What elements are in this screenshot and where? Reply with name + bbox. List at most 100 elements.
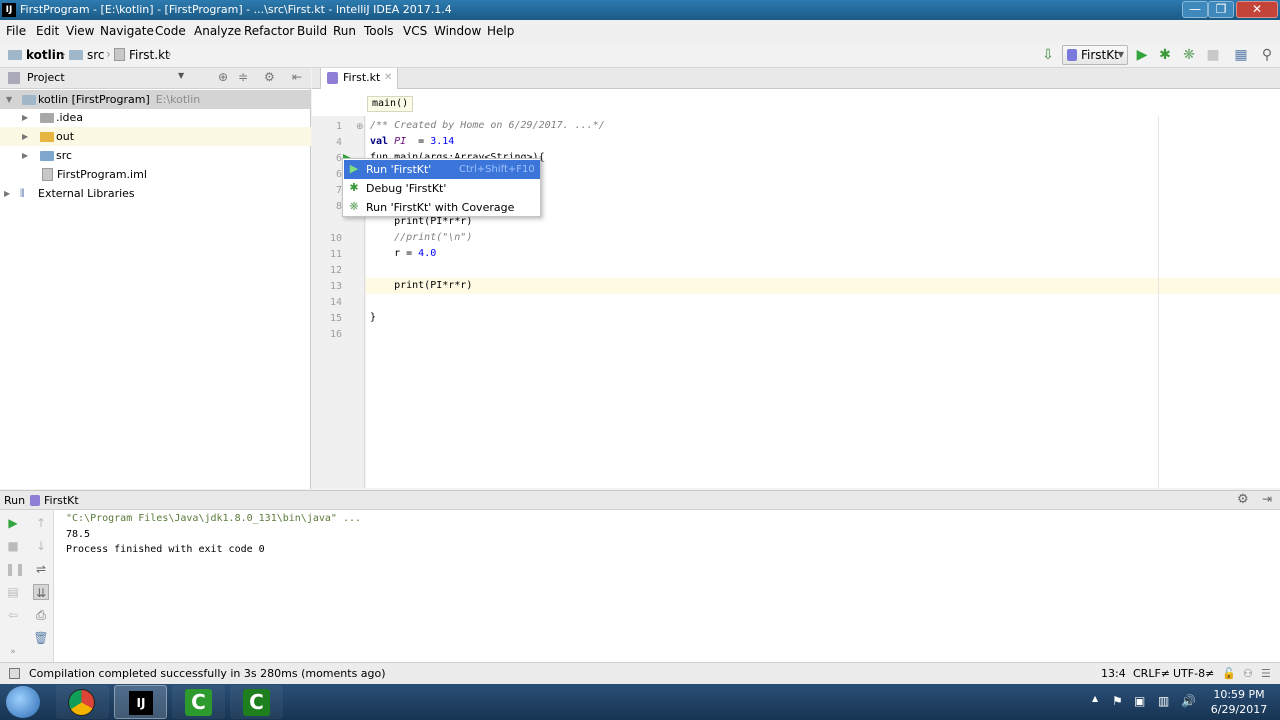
collapsed-arrow-icon[interactable]: ▶ bbox=[22, 127, 28, 146]
collapsed-arrow-icon[interactable]: ▶ bbox=[4, 184, 10, 203]
stop-icon[interactable]: ■ bbox=[5, 538, 21, 554]
menu-item-debug[interactable]: ✱ Debug 'FirstKt' bbox=[344, 179, 540, 198]
project-structure-icon[interactable]: ▦ bbox=[1233, 47, 1249, 63]
run-panel-header: Run FirstKt ⚙ ⇥ bbox=[0, 490, 1280, 510]
menu-item-run-coverage[interactable]: ❋ Run 'FirstKt' with Coverage bbox=[344, 198, 540, 217]
menu-analyze[interactable]: Analyze bbox=[194, 24, 241, 38]
inspector-icon[interactable]: ⚇ bbox=[1243, 663, 1253, 684]
windows-taskbar: IJ C C ▲ ⚑ ▣ ▥ 🔊 10:59 PM 6/29/2017 bbox=[0, 684, 1280, 720]
tree-item-idea[interactable]: ▶ .idea bbox=[0, 108, 311, 127]
event-log-icon[interactable]: ☰ bbox=[1261, 663, 1271, 684]
start-button[interactable] bbox=[6, 686, 40, 718]
tree-item-external-libraries[interactable]: ▶ ⫴ External Libraries bbox=[0, 184, 311, 203]
caret-position[interactable]: 13:4 bbox=[1101, 663, 1126, 684]
dump-threads-icon[interactable]: ▤ bbox=[5, 584, 21, 600]
chevron-down-icon[interactable]: ▼ bbox=[178, 71, 184, 80]
menu-tools[interactable]: Tools bbox=[364, 24, 394, 38]
show-hidden-icons[interactable]: ▲ bbox=[1092, 694, 1098, 703]
hide-panel-icon[interactable]: ⇤ bbox=[292, 70, 302, 84]
project-view-label[interactable]: Project bbox=[27, 71, 65, 84]
soft-wrap-icon[interactable]: ⇌ bbox=[33, 561, 49, 577]
line-number: 8 bbox=[335, 201, 342, 212]
search-icon[interactable]: ⚲ bbox=[1259, 47, 1275, 63]
up-arrow-icon[interactable]: ↑ bbox=[33, 515, 49, 531]
expanded-arrow-icon[interactable]: ▼ bbox=[6, 90, 12, 109]
tree-item-src[interactable]: ▶ src bbox=[0, 146, 311, 165]
close-tab-icon[interactable]: ✕ bbox=[384, 68, 392, 88]
collapsed-arrow-icon[interactable]: ▶ bbox=[22, 108, 28, 127]
scroll-to-end-icon[interactable]: ⇊ bbox=[33, 584, 49, 600]
pause-icon[interactable]: ❚❚ bbox=[5, 561, 25, 577]
taskbar-camtasia-1[interactable]: C bbox=[172, 685, 225, 719]
print-icon[interactable]: ⎙ bbox=[33, 607, 49, 623]
tool-windows-icon[interactable] bbox=[9, 668, 20, 679]
library-icon: ⫴ bbox=[20, 187, 25, 200]
stop-icon[interactable]: ■ bbox=[1205, 47, 1221, 63]
taskbar-intellij[interactable]: IJ bbox=[114, 685, 167, 719]
menu-item-label: Run 'FirstKt' bbox=[366, 163, 432, 176]
crumb-src[interactable]: src bbox=[69, 48, 105, 62]
menu-code[interactable]: Code bbox=[155, 24, 186, 38]
run-icon[interactable]: ▶ bbox=[1134, 47, 1150, 63]
hide-panel-icon[interactable]: ⇥ bbox=[1262, 492, 1272, 506]
menu-item-label: Run 'FirstKt' with Coverage bbox=[366, 201, 515, 214]
clear-all-icon[interactable]: 🗑 bbox=[33, 630, 49, 646]
tree-item-out[interactable]: ▶ out bbox=[0, 127, 311, 146]
minimize-button[interactable]: — bbox=[1182, 1, 1208, 18]
menu-view[interactable]: View bbox=[66, 24, 94, 38]
fold-icon[interactable]: ⊕ bbox=[356, 122, 364, 132]
volume-icon[interactable]: 🔊 bbox=[1181, 694, 1196, 708]
lock-icon[interactable]: 🔓 bbox=[1222, 663, 1236, 684]
menu-edit[interactable]: Edit bbox=[36, 24, 59, 38]
gear-icon[interactable]: ⚙ bbox=[1237, 492, 1249, 507]
menu-window[interactable]: Window bbox=[434, 24, 481, 38]
code-line-13: print(PI*r*r) bbox=[370, 280, 472, 291]
tree-item-iml[interactable]: FirstProgram.iml bbox=[0, 165, 311, 184]
crumb-file[interactable]: First.kt bbox=[114, 48, 170, 62]
crumb-project[interactable]: kotlin bbox=[8, 48, 64, 62]
menu-item-run[interactable]: ▶ Run 'FirstKt' Ctrl+Shift+F10 bbox=[344, 160, 540, 179]
system-clock[interactable]: 10:59 PM 6/29/2017 bbox=[1204, 687, 1274, 717]
flag-icon[interactable]: ⚑ bbox=[1112, 694, 1123, 708]
menu-build[interactable]: Build bbox=[297, 24, 327, 38]
collapse-all-icon[interactable]: ≑ bbox=[238, 70, 248, 84]
run-console[interactable]: "C:\Program Files\Java\jdk1.8.0_131\bin\… bbox=[54, 510, 1280, 662]
menu-refactor[interactable]: Refactor bbox=[244, 24, 294, 38]
tree-label: kotlin [FirstProgram] bbox=[38, 93, 150, 106]
tab-first-kt[interactable]: First.kt ✕ bbox=[320, 68, 398, 89]
menu-help[interactable]: Help bbox=[487, 24, 514, 38]
debug-icon[interactable]: ✱ bbox=[1157, 47, 1173, 63]
device-icon[interactable]: ▣ bbox=[1134, 694, 1145, 708]
menu-navigate[interactable]: Navigate bbox=[100, 24, 154, 38]
collapsed-arrow-icon[interactable]: ▶ bbox=[22, 146, 28, 165]
down-arrow-icon[interactable]: ↓ bbox=[33, 538, 49, 554]
gear-icon[interactable]: ⚙ bbox=[264, 70, 275, 84]
crumb-separator: › bbox=[61, 47, 66, 61]
tree-item-kotlin[interactable]: ▼ kotlin [FirstProgram] E:\kotlin bbox=[0, 90, 311, 109]
folder-icon bbox=[40, 113, 54, 123]
build-icon[interactable]: ⇩ bbox=[1040, 47, 1056, 63]
network-icon[interactable]: ▥ bbox=[1158, 694, 1169, 708]
intellij-icon: IJ bbox=[129, 691, 153, 715]
breadcrumb-main-function[interactable]: main() bbox=[367, 96, 414, 112]
run-config-dropdown[interactable]: FirstKt ▼ bbox=[1062, 45, 1128, 65]
run-config-tab[interactable]: FirstKt bbox=[44, 494, 79, 507]
maximize-button[interactable]: ❐ bbox=[1208, 1, 1234, 18]
menu-file[interactable]: File bbox=[6, 24, 26, 38]
menu-run[interactable]: Run bbox=[333, 24, 356, 38]
coverage-icon[interactable]: ❋ bbox=[1181, 47, 1197, 63]
rerun-icon[interactable]: ▶ bbox=[5, 515, 21, 531]
file-encoding[interactable]: UTF-8≠ bbox=[1173, 663, 1214, 684]
line-separator[interactable]: CRLF≠ bbox=[1133, 663, 1170, 684]
line-number: 6 bbox=[335, 169, 342, 180]
close-button[interactable]: ✕ bbox=[1236, 1, 1278, 18]
taskbar-chrome[interactable] bbox=[56, 685, 109, 719]
sync-icon[interactable]: ⊕ bbox=[218, 70, 228, 84]
menu-vcs[interactable]: VCS bbox=[403, 24, 427, 38]
taskbar-camtasia-2[interactable]: C bbox=[230, 685, 283, 719]
crumb-separator: › bbox=[106, 47, 111, 61]
more-icon[interactable]: » bbox=[5, 644, 21, 660]
run-panel-title[interactable]: Run bbox=[4, 494, 25, 507]
exit-icon[interactable]: ⇦ bbox=[5, 607, 21, 623]
camtasia-recorder-icon: C bbox=[243, 689, 270, 716]
